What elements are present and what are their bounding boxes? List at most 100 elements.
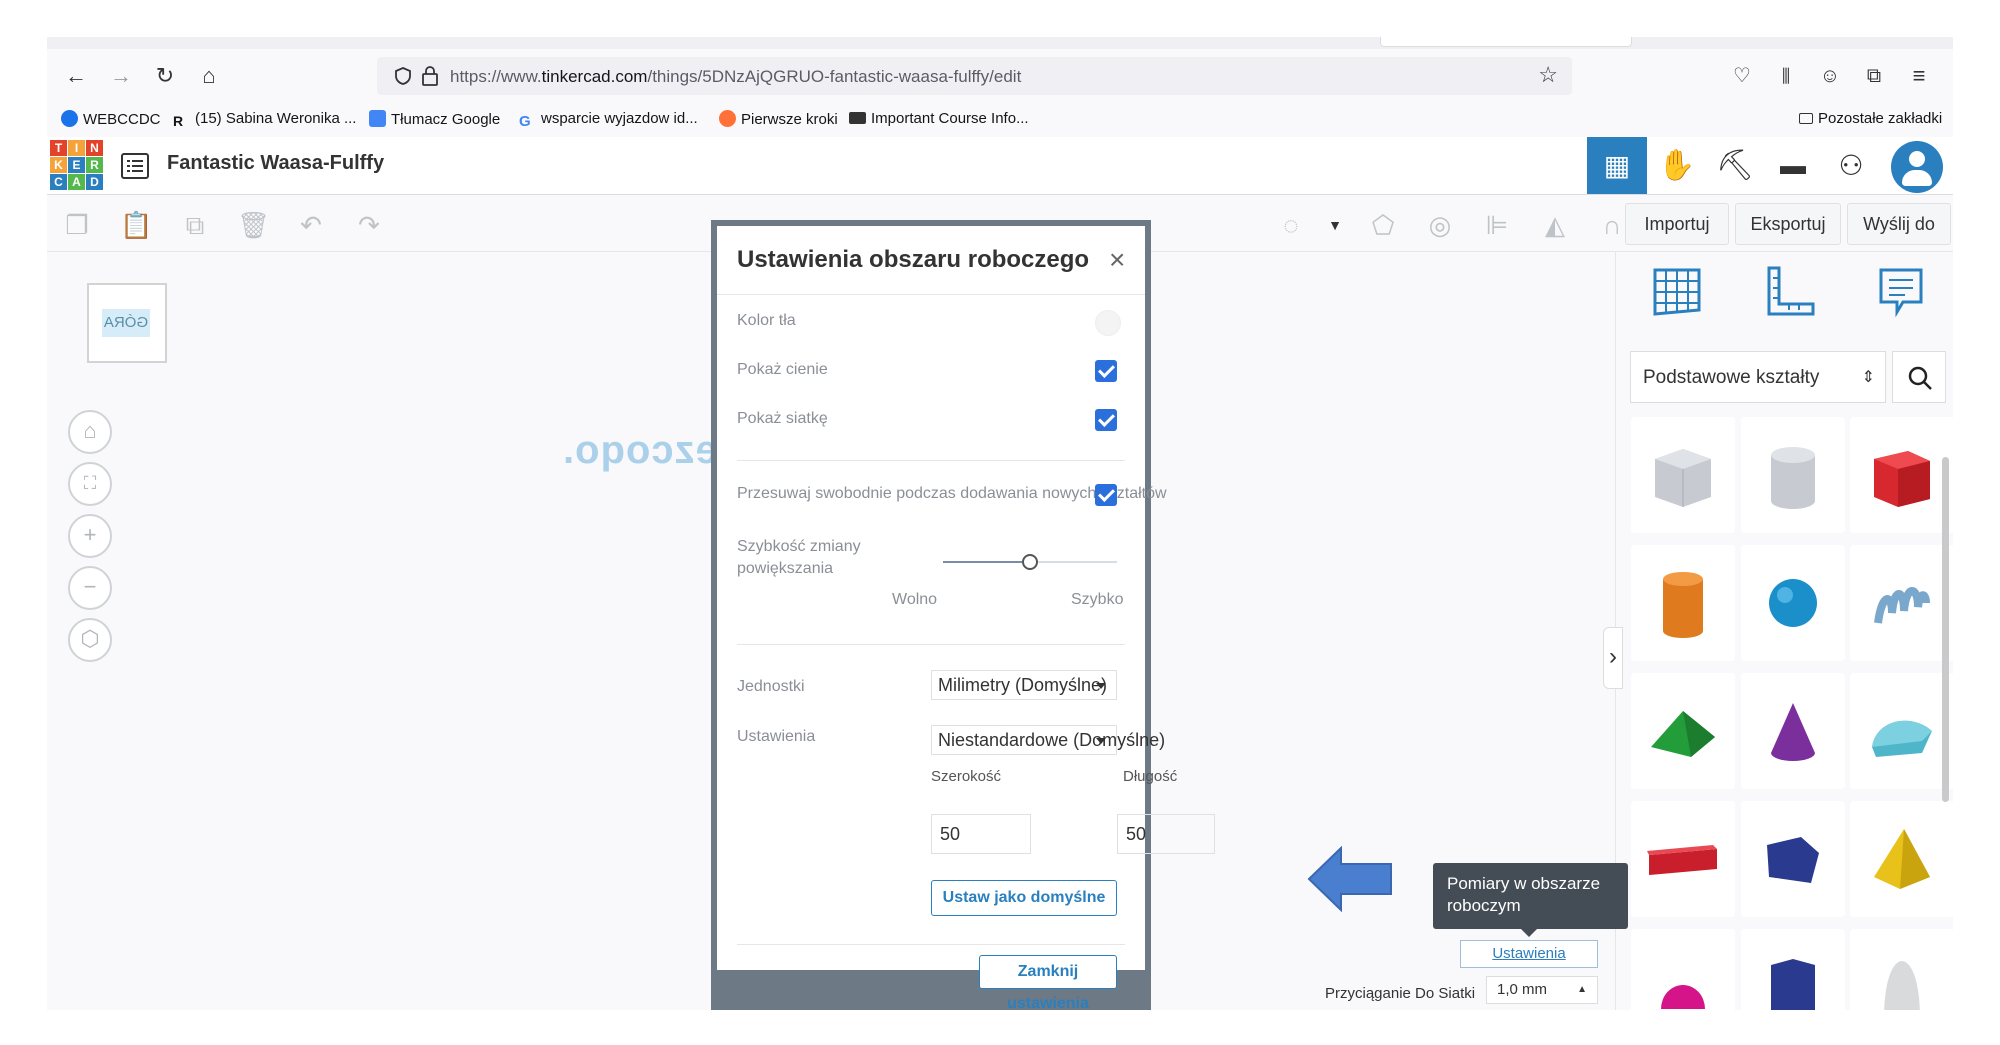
view-cube-label: GÓRA: [102, 309, 150, 337]
shape-paraboloid[interactable]: [1850, 929, 1953, 1010]
paste-icon[interactable]: 📋: [120, 209, 152, 241]
home-icon[interactable]: ⌂: [195, 62, 223, 90]
export-button[interactable]: Eksportuj: [1735, 203, 1841, 245]
url-text[interactable]: https://www.tinkercad.com/things/5DNzAjQ…: [450, 67, 1021, 87]
codeblocks-icon[interactable]: ✋: [1647, 137, 1707, 194]
units-select[interactable]: Milimetry (Domyślne): [931, 670, 1117, 700]
shape-text[interactable]: [1631, 801, 1735, 917]
copy-icon[interactable]: ❐: [61, 209, 93, 241]
delete-icon[interactable]: 🗑: [237, 209, 270, 241]
webccdc-icon: [61, 110, 78, 127]
magnet-icon[interactable]: ∩: [1596, 209, 1628, 241]
align-icon[interactable]: ⊫: [1481, 209, 1513, 241]
tinkercad-logo[interactable]: T I N K E R C A D: [50, 140, 104, 192]
free-move-checkbox[interactable]: [1095, 484, 1117, 506]
browser-tab[interactable]: [1380, 37, 1632, 47]
pocket-icon[interactable]: ♡: [1728, 62, 1756, 90]
send-to-button[interactable]: Wyślij do: [1847, 203, 1951, 245]
grid-checkbox[interactable]: [1095, 409, 1117, 431]
redo-icon[interactable]: ↷: [353, 209, 385, 241]
design-title[interactable]: Fantastic Waasa-Fulffy: [167, 152, 384, 175]
fit-view-icon[interactable]: ⛶: [68, 462, 112, 506]
minecraft-pickaxe-icon[interactable]: ⛏: [1705, 137, 1765, 194]
workplane-icon[interactable]: [1649, 264, 1705, 320]
perspective-icon[interactable]: ⬡: [68, 618, 112, 662]
duplicate-icon[interactable]: ⧉: [179, 209, 211, 241]
reload-icon[interactable]: ↻: [151, 62, 179, 90]
shape-category-select[interactable]: Podstawowe kształty ⇕: [1630, 351, 1886, 403]
bookmark-pierwsze-kroki[interactable]: Pierwsze kroki: [719, 110, 838, 128]
account-icon[interactable]: ☺: [1816, 62, 1844, 90]
panel-scrollbar[interactable]: [1942, 457, 1949, 802]
close-settings-button[interactable]: Zamknij ustawienia: [979, 955, 1117, 1010]
bookmark-star-icon[interactable]: ☆: [1538, 62, 1558, 88]
bg-color-swatch[interactable]: [1095, 310, 1121, 336]
snap-grid-label: Przyciąganie Do Siatki: [1325, 985, 1476, 1002]
shape-pyramid[interactable]: [1850, 801, 1953, 917]
avatar[interactable]: [1891, 141, 1943, 193]
bookmark-course-info[interactable]: Important Course Info...: [849, 110, 1029, 127]
length-input[interactable]: 50: [1117, 814, 1215, 854]
shape-cone[interactable]: [1741, 673, 1845, 789]
settings-link-button[interactable]: Ustawienia: [1460, 940, 1598, 968]
slider-handle[interactable]: [1022, 554, 1038, 570]
shape-round-roof[interactable]: [1850, 673, 1953, 789]
import-button[interactable]: Importuj: [1625, 203, 1729, 245]
view-cube[interactable]: GÓRA: [87, 283, 167, 363]
shape-box-hole[interactable]: [1631, 417, 1735, 533]
3d-design-view-icon[interactable]: ▦: [1587, 137, 1647, 194]
width-input[interactable]: 50: [931, 814, 1031, 854]
other-bookmarks[interactable]: Pozostałe zakładki: [1799, 110, 1942, 127]
zoom-speed-slider[interactable]: [943, 554, 1117, 570]
length-label: Długość: [1123, 768, 1178, 785]
undo-icon[interactable]: ↶: [295, 209, 327, 241]
tinkercad-header: T I N K E R C A D Fantastic Waasa-Fulffy…: [47, 137, 1953, 195]
set-default-button[interactable]: Ustaw jako domyślne: [931, 880, 1117, 916]
bookmark-translate[interactable]: Tłumacz Google: [369, 110, 500, 128]
shape-half-sphere[interactable]: [1631, 929, 1735, 1010]
shape-sphere[interactable]: [1741, 545, 1845, 661]
cone-icon: [1771, 703, 1815, 761]
shape-cylinder[interactable]: [1631, 545, 1735, 661]
shape-box[interactable]: [1850, 417, 1953, 533]
mirror-icon[interactable]: ◭: [1539, 209, 1571, 241]
collapse-panel-button[interactable]: ›: [1603, 627, 1623, 689]
slider-track-filled: [943, 561, 1022, 563]
zoom-in-icon[interactable]: +: [68, 514, 112, 558]
shape-scribble[interactable]: [1850, 545, 1953, 661]
shape-search-button[interactable]: [1892, 351, 1946, 403]
bookmark-webccdc[interactable]: WEBCCDC: [61, 110, 161, 128]
shape-hole-icon[interactable]: ◎: [1424, 209, 1456, 241]
half-sphere-icon: [1661, 985, 1705, 1009]
shape-polygon[interactable]: [1741, 801, 1845, 917]
settings-preset-select[interactable]: Niestandardowe (Domyślne): [931, 725, 1165, 755]
home-view-icon[interactable]: ⌂: [68, 410, 112, 454]
shape-solid-icon[interactable]: ⬠: [1367, 209, 1399, 241]
menu-icon[interactable]: ≡: [1905, 62, 1933, 90]
bookmark-sabina[interactable]: R (15) Sabina Weronika ...: [173, 110, 356, 130]
ruler-icon[interactable]: [1761, 264, 1817, 320]
shape-hexagonal-prism[interactable]: [1741, 929, 1845, 1010]
design-list-icon[interactable]: [121, 153, 149, 179]
add-user-icon[interactable]: ⚇: [1821, 137, 1881, 194]
box-icon: [1874, 451, 1930, 507]
forward-arrow-icon[interactable]: →: [107, 62, 135, 90]
notes-icon[interactable]: [1873, 264, 1929, 320]
back-arrow-icon[interactable]: ←: [62, 62, 90, 90]
round-roof-icon: [1872, 720, 1932, 757]
bookmark-wsparcie[interactable]: Gwsparcie wyjazdow id...: [519, 110, 698, 130]
light-bulb-icon[interactable]: ◌: [1275, 209, 1307, 241]
shield-icon[interactable]: [393, 66, 413, 86]
shape-roof[interactable]: [1631, 673, 1735, 789]
shape-cylinder-hole[interactable]: [1741, 417, 1845, 533]
chevron-right-icon: ›: [1609, 643, 1617, 670]
library-icon[interactable]: ⫼: [1772, 62, 1800, 90]
shadows-checkbox[interactable]: [1095, 360, 1117, 382]
lego-brick-icon[interactable]: ▬: [1763, 137, 1823, 194]
zoom-out-icon[interactable]: −: [68, 566, 112, 610]
snap-grid-select[interactable]: 1,0 mm ▲: [1486, 976, 1598, 1004]
close-icon[interactable]: ×: [1109, 246, 1125, 274]
address-bar[interactable]: https://www.tinkercad.com/things/5DNzAjQ…: [377, 57, 1572, 95]
chevron-down-icon[interactable]: ▼: [1319, 209, 1351, 241]
extensions-icon[interactable]: ⧉: [1860, 62, 1888, 90]
